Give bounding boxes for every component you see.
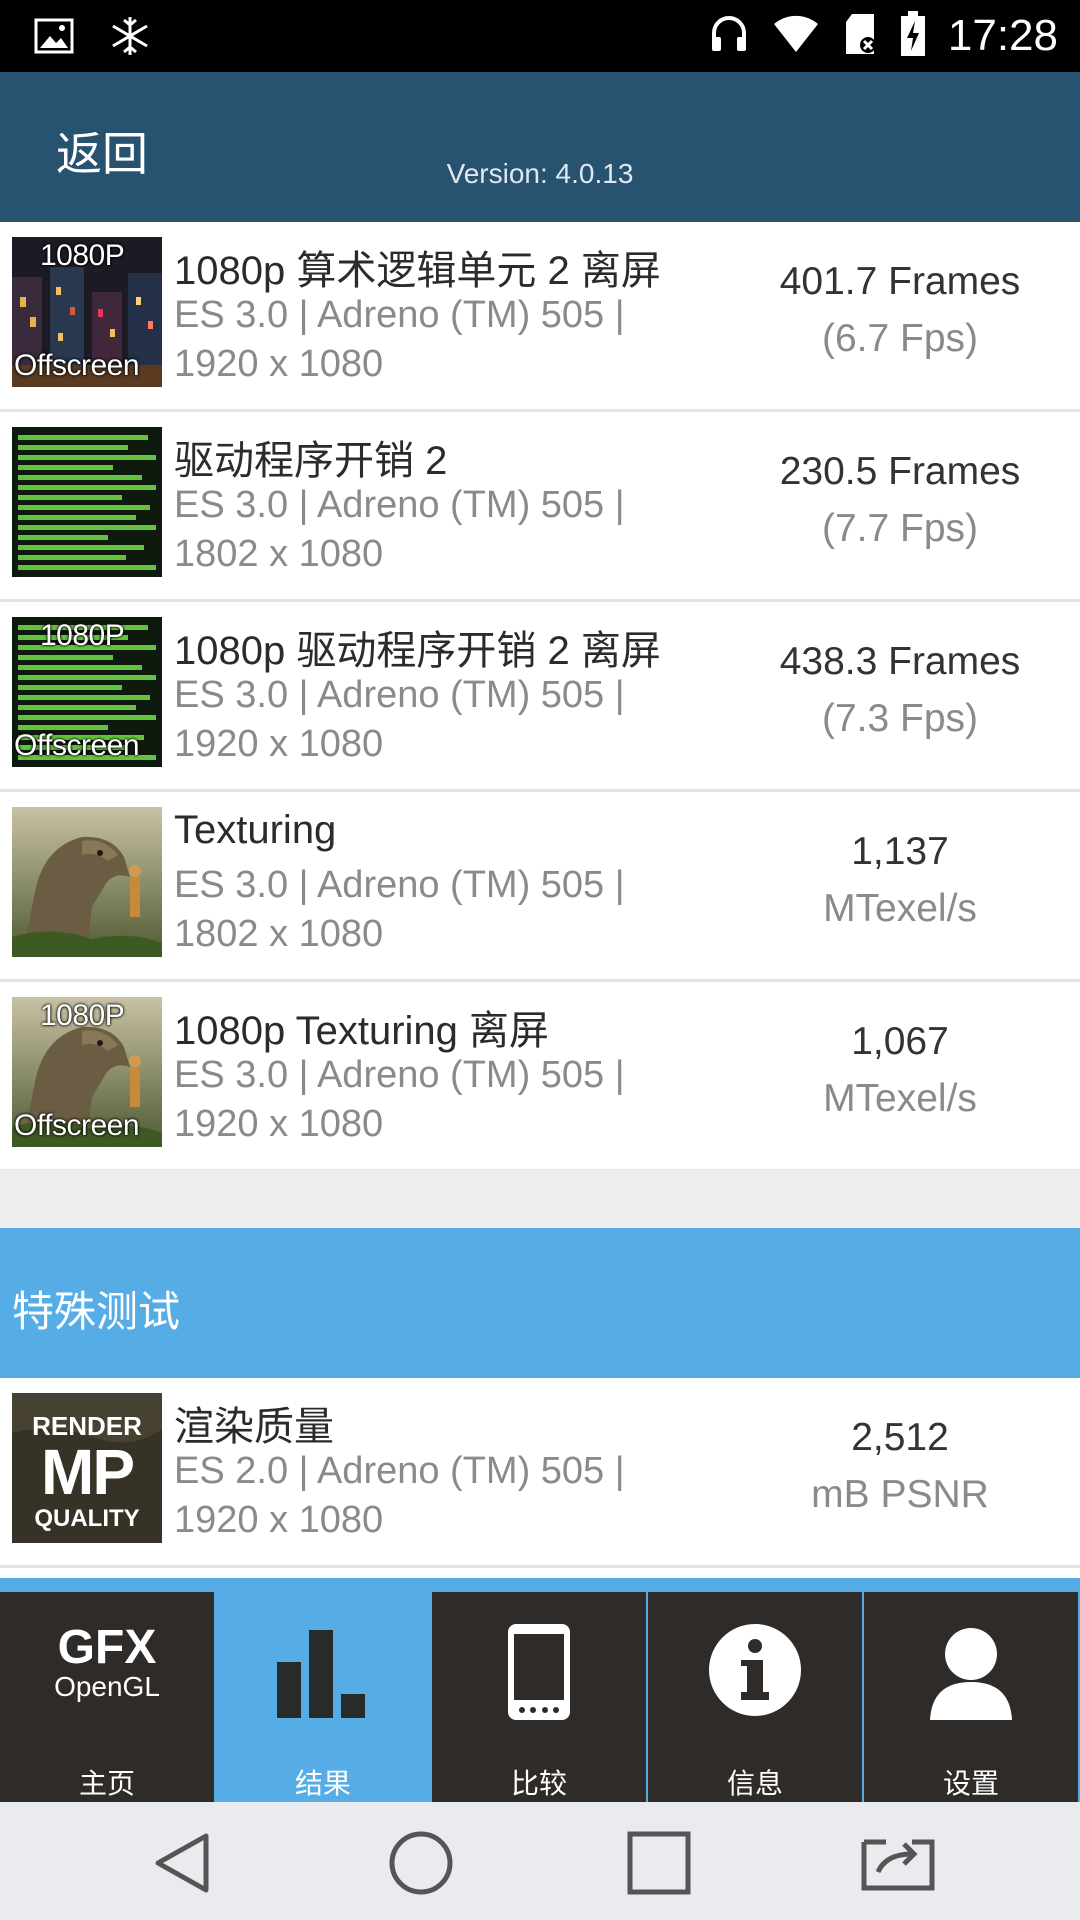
test-title: 渲染质量 [174,1405,334,1449]
phone-icon [504,1622,574,1727]
system-nav-bar [0,1802,1080,1920]
tab-label: 比较 [510,1768,567,1799]
score-value: 1,067 [851,1020,949,1063]
result-row[interactable]: 1080P Offscreen 1080p 驱动程序开销 2 离屏 ES 3.0… [0,602,1080,792]
test-thumbnail [12,807,162,957]
bottom-tab-bar: GFX OpenGL 主页 结果 比较 信息 设置 [0,1578,1080,1802]
sd-card-icon [842,12,878,61]
result-row[interactable]: 1080P Offscreen 1080p 算术逻辑单元 2 离屏 ES 3.0… [0,222,1080,412]
test-thumbnail: 1080P Offscreen [12,997,162,1147]
thumb-line-3: QUALITY [34,1505,140,1532]
tab-label: 主页 [78,1768,135,1799]
headset-icon [708,13,750,60]
resolution-tag: 1080P [40,999,125,1032]
screen-cast-icon[interactable] [858,1828,935,1898]
clock: 17:28 [947,11,1058,60]
logo-line-opengl: OpenGL [54,1671,160,1702]
tab-results[interactable]: 结果 [216,1592,430,1802]
test-title: Texturing [174,808,337,852]
info-icon [707,1622,803,1723]
tab-home[interactable]: GFX OpenGL 主页 [0,1592,214,1802]
test-resolution: 1920 x 1080 [174,1103,384,1145]
bar-chart-icon [273,1622,373,1727]
test-api: ES 3.0 | Adreno (TM) 505 | [174,864,625,906]
logo-line-gfx: GFX [57,1621,157,1674]
thumb-line-2: MP [41,1436,135,1508]
test-api: ES 3.0 | Adreno (TM) 505 | [174,674,625,716]
resolution-tag: 1080P [40,619,125,652]
score-value: 230.5 Frames [779,450,1021,493]
back-icon[interactable] [148,1828,218,1898]
results-list[interactable]: 1080P Offscreen 1080p 算术逻辑单元 2 离屏 ES 3.0… [0,222,1080,1172]
image-icon [34,16,74,61]
score-unit: MTexel/s [823,1077,977,1120]
tab-settings[interactable]: 设置 [864,1592,1078,1802]
result-row[interactable]: 驱动程序开销 2 ES 3.0 | Adreno (TM) 505 | 1802… [0,412,1080,602]
battery-charging-icon [900,10,926,62]
test-api: ES 2.0 | Adreno (TM) 505 | [174,1450,625,1492]
score-value: 401.7 Frames [779,260,1021,303]
score-unit: (7.7 Fps) [821,507,979,550]
test-resolution: 1920 x 1080 [174,723,384,765]
tab-info[interactable]: 信息 [648,1592,862,1802]
version-label: Version: 4.0.13 [446,158,634,189]
result-row[interactable]: 1080P Offscreen 1080p Texturing 离屏 ES 3.… [0,982,1080,1172]
test-title: 驱动程序开销 2 [174,439,448,483]
score-value: 438.3 Frames [779,640,1021,683]
snowflake-icon [108,14,152,63]
score-unit: MTexel/s [823,887,977,930]
test-api: ES 3.0 | Adreno (TM) 505 | [174,484,625,526]
tab-label: 信息 [726,1768,783,1799]
offscreen-tag: Offscreen [14,349,140,382]
test-title: 1080p 驱动程序开销 2 离屏 [174,629,661,673]
recents-icon[interactable] [624,1828,694,1898]
tab-compare[interactable]: 比较 [432,1592,646,1802]
test-thumbnail [12,427,162,577]
score-unit: (6.7 Fps) [821,317,979,360]
test-api: ES 3.0 | Adreno (TM) 505 | [174,294,625,336]
test-title: 1080p Texturing 离屏 [174,1009,550,1053]
app-header: 返回 Version: 4.0.13 [0,72,1080,222]
score-unit: (7.3 Fps) [821,697,979,740]
status-bar: 17:28 [0,0,1080,72]
test-title: 1080p 算术逻辑单元 2 离屏 [174,249,661,293]
score-value: 1,137 [851,830,949,873]
user-icon [926,1622,1016,1727]
score-unit: mB PSNR [811,1473,989,1516]
test-resolution: 1802 x 1080 [174,913,384,955]
render-quality-thumbnail: RENDER MP QUALITY [12,1393,162,1543]
test-thumbnail: 1080P Offscreen [12,617,162,767]
result-row[interactable]: RENDER MP QUALITY 渲染质量 ES 2.0 | Adreno (… [0,1378,1080,1568]
home-icon[interactable] [386,1828,456,1898]
tab-label: 结果 [294,1768,351,1799]
score-value: 2,512 [851,1416,949,1459]
test-api: ES 3.0 | Adreno (TM) 505 | [174,1054,625,1096]
section-header: 特殊测试 [0,1228,1080,1378]
test-thumbnail: 1080P Offscreen [12,237,162,387]
section-spacer [0,1170,1080,1228]
test-resolution: 1920 x 1080 [174,343,384,385]
wifi-icon [772,14,820,59]
screen: 17:28 返回 Version: 4.0.13 1080P Offscreen… [0,0,1080,1920]
result-row[interactable]: Texturing ES 3.0 | Adreno (TM) 505 | 180… [0,792,1080,982]
test-resolution: 1802 x 1080 [174,533,384,575]
resolution-tag: 1080P [40,239,125,272]
test-resolution: 1920 x 1080 [174,1499,384,1541]
tab-label: 设置 [942,1768,999,1799]
offscreen-tag: Offscreen [14,729,140,762]
section-title: 特殊测试 [12,1288,181,1335]
gfx-opengl-logo-icon: GFX OpenGL [42,1624,172,1702]
offscreen-tag: Offscreen [14,1109,140,1142]
